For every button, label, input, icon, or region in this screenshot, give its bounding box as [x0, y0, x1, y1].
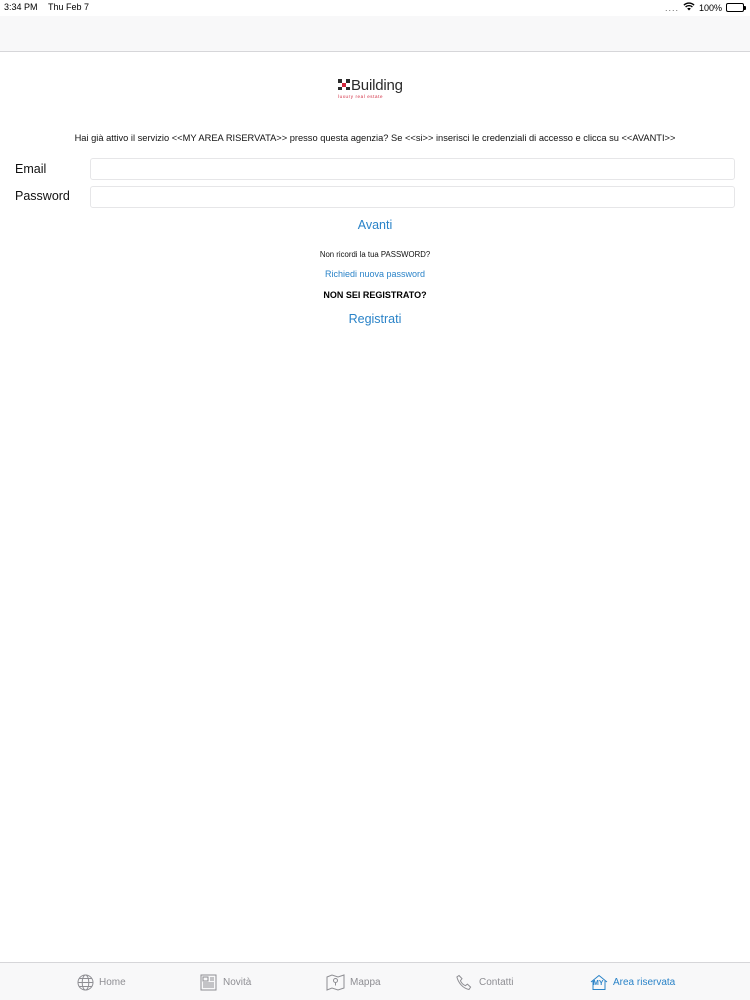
tab-area-riservata-label: Area riservata: [613, 976, 676, 988]
password-field[interactable]: [90, 186, 735, 208]
register-button[interactable]: Registrati: [0, 312, 750, 326]
tab-contatti[interactable]: Contatti: [456, 963, 513, 1000]
newspaper-icon: [200, 974, 218, 991]
email-label: Email: [15, 162, 47, 176]
forgot-password-text: Non ricordi la tua PASSWORD?: [319, 250, 431, 259]
globe-icon: [77, 974, 94, 991]
intro-text: Hai già attivo il servizio <<MY AREA RIS…: [74, 133, 676, 143]
tab-home-label: Home: [99, 976, 126, 988]
battery-icon: [726, 3, 746, 12]
status-indicators: .... 100%: [664, 2, 746, 13]
tab-novita-label: Novità: [223, 976, 252, 988]
phone-icon: [456, 974, 474, 991]
status-date: Thu Feb 7: [48, 2, 90, 12]
email-field[interactable]: [90, 158, 735, 180]
logo-tagline: luxury real estate: [338, 94, 384, 99]
tab-novita[interactable]: Novità: [200, 963, 251, 1000]
not-registered-text: NON SEI REGISTRATO?: [323, 290, 427, 300]
tab-bar: Home Novità Mappa Contatti MY Area riser…: [0, 962, 750, 1000]
signal-dots: ....: [664, 2, 679, 13]
request-password-link[interactable]: Richiedi nuova password: [0, 269, 750, 279]
password-label: Password: [15, 189, 70, 203]
tab-mappa[interactable]: Mappa: [326, 963, 381, 1000]
wifi-icon: [683, 2, 695, 13]
status-time: 3:34 PM: [4, 2, 38, 12]
tab-home[interactable]: Home: [77, 963, 126, 1000]
tab-contatti-label: Contatti: [479, 976, 514, 988]
status-bar: 3:34 PM Thu Feb 7 .... 100%: [0, 0, 750, 16]
building-logo: Building luxury real estate: [337, 77, 415, 101]
tab-area-riservata[interactable]: MY Area riservata: [590, 963, 675, 1000]
my-badge: MY: [593, 979, 604, 987]
my-area-icon: MY: [590, 974, 608, 991]
logo-text: Building: [351, 77, 403, 94]
avanti-button[interactable]: Avanti: [0, 218, 750, 232]
map-icon: [326, 973, 345, 991]
tab-mappa-label: Mappa: [350, 976, 381, 988]
navigation-bar: [0, 16, 750, 52]
battery-percent: 100%: [698, 2, 722, 13]
